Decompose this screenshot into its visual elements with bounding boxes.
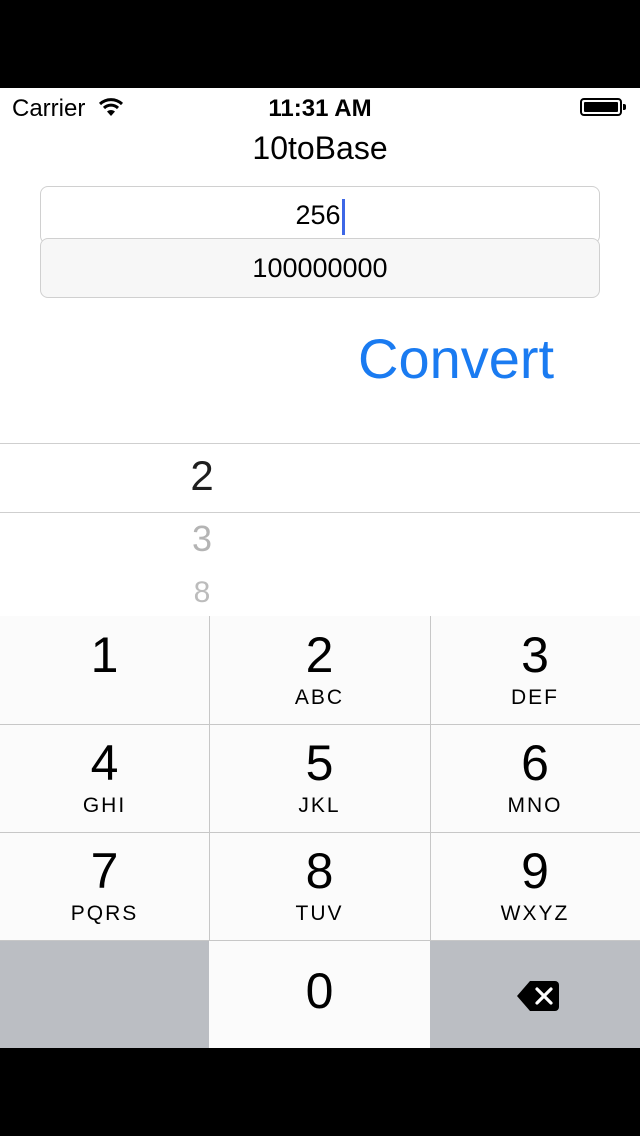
key-3[interactable]: 3 DEF (430, 616, 640, 724)
decimal-input-field[interactable]: 256 (40, 186, 600, 244)
key-4[interactable]: 4 GHI (0, 724, 209, 832)
text-caret (341, 198, 345, 235)
key-letters: DEF (511, 686, 559, 709)
base-picker-option[interactable]: 3 (150, 518, 254, 560)
delete-key[interactable] (430, 940, 640, 1048)
page-title: 10toBase (252, 130, 388, 166)
key-1[interactable]: 1 (0, 616, 209, 724)
keypad-row-divider (0, 940, 640, 941)
key-number: 0 (305, 963, 334, 1019)
key-number: 8 (305, 843, 334, 899)
decimal-input-value: 256 (295, 200, 341, 230)
key-5[interactable]: 5 JKL (209, 724, 430, 832)
picker-top-divider (0, 443, 640, 444)
key-number: 4 (90, 735, 119, 791)
key-6[interactable]: 6 MNO (430, 724, 640, 832)
key-number: 9 (521, 843, 549, 899)
key-number: 7 (90, 843, 119, 899)
key-0[interactable]: 0 (209, 940, 430, 1048)
key-7[interactable]: 7 PQRS (0, 832, 209, 940)
keypad-row-divider (0, 724, 640, 725)
key-letters: ABC (294, 686, 345, 709)
base-picker-option-selected[interactable]: 2 (150, 452, 254, 500)
key-number: 6 (521, 735, 549, 791)
key-letters: MNO (507, 794, 563, 817)
key-8[interactable]: 8 TUV (209, 832, 430, 940)
status-bar: Carrier 11:31 AM (0, 88, 640, 128)
key-2[interactable]: 2 ABC (209, 616, 430, 724)
key-letters: WXYZ (500, 902, 570, 925)
key-number: 1 (90, 627, 119, 683)
result-output-field: 100000000 (40, 238, 600, 298)
key-number: 2 (305, 627, 334, 683)
key-letters: GHI (82, 794, 127, 817)
keypad-row-divider (0, 832, 640, 833)
key-number: 5 (305, 735, 334, 791)
key-letters: TUV (295, 902, 344, 925)
convert-button[interactable]: Convert (358, 326, 554, 391)
key-9[interactable]: 9 WXYZ (430, 832, 640, 940)
base-picker-option[interactable]: 8 (150, 576, 254, 610)
numeric-keypad: 1 2 ABC 3 DEF 4 GHI 5 JKL 6 MNO 7 PQRS 8… (0, 616, 640, 1048)
keypad-column-divider (209, 616, 210, 940)
picker-bottom-divider (0, 512, 640, 513)
key-number: 3 (521, 627, 549, 683)
backspace-icon (517, 981, 559, 1011)
key-letters: PQRS (70, 902, 139, 925)
battery-icon (580, 98, 626, 116)
status-time: 11:31 AM (268, 95, 372, 122)
key-letters: JKL (298, 794, 341, 817)
blank-key (0, 940, 209, 1048)
app-screen: Carrier 11:31 AM 10toBase 256 100000000 … (0, 88, 640, 1048)
result-value: 100000000 (252, 253, 388, 283)
keypad-column-divider (430, 616, 431, 940)
